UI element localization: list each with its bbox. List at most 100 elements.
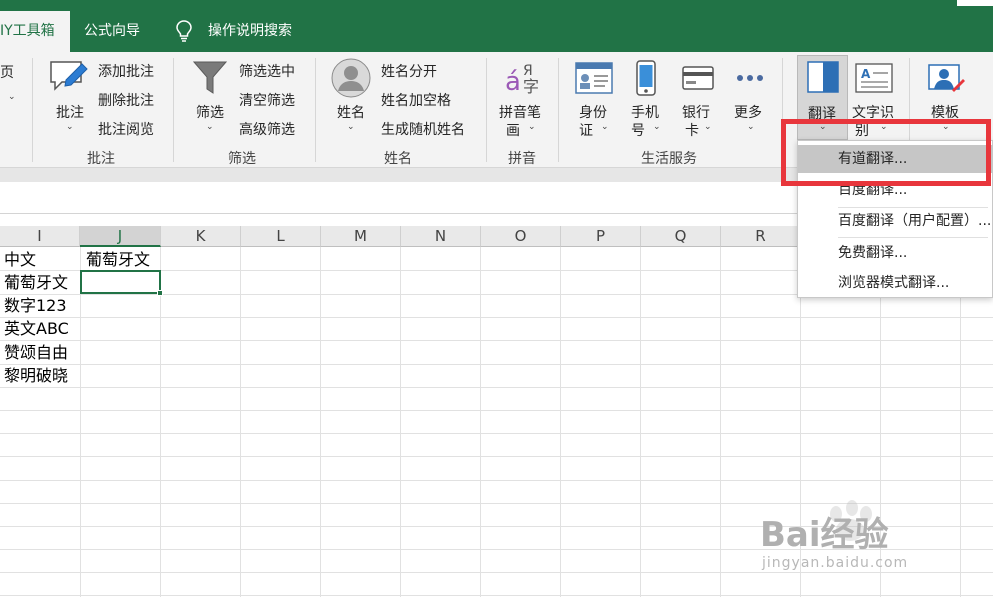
group-label-name: 姓名 bbox=[384, 151, 412, 167]
comment-pen-icon[interactable] bbox=[48, 58, 88, 98]
chevron-down-icon[interactable]: ⌄ bbox=[206, 122, 214, 132]
cell-i5[interactable]: 赞颂自由 bbox=[4, 342, 68, 364]
grid-line bbox=[0, 317, 993, 318]
grid-line bbox=[80, 247, 81, 597]
mobile-phone-icon[interactable] bbox=[636, 60, 656, 100]
svg-text:á: á bbox=[505, 67, 521, 96]
svg-text:字: 字 bbox=[523, 77, 539, 96]
grid-line bbox=[560, 247, 561, 597]
phone-number-button-line2: 号 bbox=[631, 123, 645, 139]
name-button[interactable]: 姓名 bbox=[337, 102, 365, 122]
column-header-i[interactable]: I bbox=[0, 226, 80, 247]
group-label-comment: 批注 bbox=[87, 151, 115, 167]
cell-i2[interactable]: 葡萄牙文 bbox=[4, 272, 68, 294]
tab-formula-wizard[interactable]: 公式向导 bbox=[84, 11, 140, 52]
column-header-q[interactable]: Q bbox=[641, 226, 721, 247]
window-edge bbox=[957, 0, 993, 6]
column-header-m[interactable]: M bbox=[321, 226, 401, 247]
grid-line bbox=[0, 387, 993, 388]
template-icon[interactable] bbox=[928, 62, 966, 100]
clear-filter-button[interactable]: 清空筛选 bbox=[239, 90, 295, 110]
random-name-button[interactable]: 生成随机姓名 bbox=[381, 119, 465, 139]
translate-book-icon bbox=[807, 61, 839, 97]
group-label-life-service: 生活服务 bbox=[641, 151, 697, 167]
column-header-n[interactable]: N bbox=[401, 226, 481, 247]
tab-help-search[interactable]: 操作说明搜索 bbox=[208, 11, 292, 52]
id-card-button-line2: 证 bbox=[579, 123, 593, 139]
cell-i6[interactable]: 黎明破晓 bbox=[4, 365, 68, 387]
group-divider bbox=[558, 58, 559, 162]
chevron-down-icon[interactable]: ⌄ bbox=[704, 122, 712, 132]
id-card-button[interactable]: 身份 bbox=[579, 102, 607, 122]
grid-line bbox=[160, 247, 161, 597]
grid-line bbox=[0, 364, 993, 365]
split-name-button[interactable]: 姓名分开 bbox=[381, 61, 437, 81]
filter-button[interactable]: 筛选 bbox=[196, 102, 224, 122]
group-divider bbox=[32, 58, 33, 162]
bank-card-button[interactable]: 银行 bbox=[682, 102, 710, 122]
highlight-annotation-box bbox=[781, 119, 991, 186]
column-header-o[interactable]: O bbox=[481, 226, 561, 247]
menu-item-browser-translate[interactable]: 浏览器模式翻译... bbox=[798, 269, 993, 297]
group-divider bbox=[486, 58, 487, 162]
menu-item-free-translate[interactable]: 免费翻译... bbox=[798, 239, 993, 267]
cell-j1[interactable]: 葡萄牙文 bbox=[86, 249, 150, 271]
chevron-down-icon[interactable]: ⌄ bbox=[601, 122, 609, 132]
chevron-down-icon[interactable]: ⌄ bbox=[8, 92, 16, 102]
chevron-down-icon[interactable]: ⌄ bbox=[528, 122, 536, 132]
filter-selected-button[interactable]: 筛选选中 bbox=[239, 61, 295, 81]
id-card-icon[interactable] bbox=[575, 62, 613, 98]
grid-line bbox=[0, 456, 993, 457]
grid-line bbox=[0, 480, 993, 481]
more-dots-icon[interactable] bbox=[735, 72, 765, 87]
cell-i3[interactable]: 数字123 bbox=[4, 295, 67, 317]
chevron-down-icon[interactable]: ⌄ bbox=[653, 122, 661, 132]
add-comment-button[interactable]: 添加批注 bbox=[98, 61, 154, 81]
pinyin-stroke-button[interactable]: 拼音笔 bbox=[499, 102, 541, 122]
column-header-j[interactable]: J bbox=[80, 226, 161, 247]
review-comment-button[interactable]: 批注阅览 bbox=[98, 119, 154, 139]
column-header-p[interactable]: P bbox=[561, 226, 641, 247]
column-header-r[interactable]: R bbox=[721, 226, 801, 247]
bank-card-button-line2: 卡 bbox=[685, 123, 699, 139]
advanced-filter-button[interactable]: 高级筛选 bbox=[239, 119, 295, 139]
pinyin-stroke-button-line2: 画 bbox=[506, 123, 520, 139]
grid-line bbox=[0, 410, 993, 411]
grid-line bbox=[400, 247, 401, 597]
pinyin-stroke-icon[interactable]: á Я 字 bbox=[503, 60, 543, 100]
menu-item-baidu-translate-config[interactable]: 百度翻译（用户配置）... bbox=[798, 207, 993, 235]
text-recognition-icon[interactable]: A bbox=[855, 63, 893, 97]
name-add-space-button[interactable]: 姓名加空格 bbox=[381, 90, 451, 110]
bank-card-icon[interactable] bbox=[682, 66, 714, 94]
funnel-icon[interactable] bbox=[192, 60, 228, 100]
comment-button[interactable]: 批注 bbox=[56, 102, 84, 122]
svg-text:A: A bbox=[861, 67, 871, 81]
fill-handle[interactable] bbox=[157, 290, 163, 296]
grid-line bbox=[0, 595, 993, 596]
selected-cell-j2[interactable] bbox=[80, 270, 161, 294]
grid-line bbox=[0, 340, 993, 341]
chevron-down-icon[interactable]: ⌄ bbox=[347, 122, 355, 132]
group-divider bbox=[315, 58, 316, 162]
watermark-url: jingyan.baidu.com bbox=[762, 555, 909, 571]
cell-i4[interactable]: 英文ABC bbox=[4, 318, 69, 340]
phone-number-button[interactable]: 手机 bbox=[631, 102, 659, 122]
more-button[interactable]: 更多 bbox=[734, 102, 762, 122]
group-divider bbox=[173, 58, 174, 162]
grid-line bbox=[720, 247, 721, 597]
column-header-k[interactable]: K bbox=[161, 226, 241, 247]
tab-toolbox[interactable]: IY工具箱 bbox=[0, 11, 70, 52]
delete-comment-button[interactable]: 删除批注 bbox=[98, 90, 154, 110]
lightbulb-icon bbox=[176, 11, 196, 52]
chevron-down-icon[interactable]: ⌄ bbox=[747, 122, 755, 132]
partial-left-label: 页 bbox=[0, 65, 14, 81]
grid-line bbox=[320, 247, 321, 597]
chevron-down-icon[interactable]: ⌄ bbox=[66, 122, 74, 132]
watermark-brand: Bai经验 bbox=[760, 515, 889, 555]
grid-line bbox=[640, 247, 641, 597]
grid-line bbox=[960, 247, 961, 597]
person-avatar-icon[interactable] bbox=[331, 58, 371, 102]
cell-i1[interactable]: 中文 bbox=[4, 249, 36, 271]
column-header-l[interactable]: L bbox=[241, 226, 321, 247]
grid-line bbox=[240, 247, 241, 597]
